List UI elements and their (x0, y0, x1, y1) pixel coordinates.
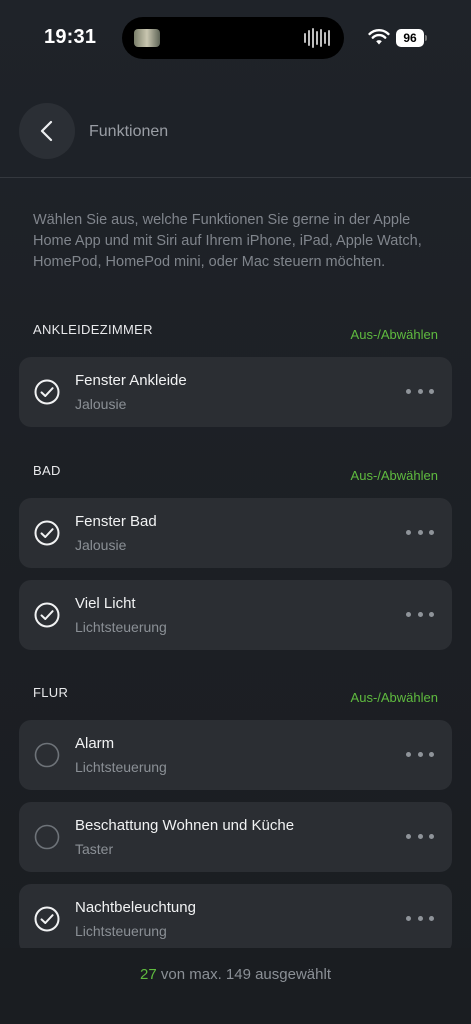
item-subtitle: Jalousie (75, 396, 127, 412)
function-item[interactable]: Viel Licht Lichtsteuerung (19, 580, 452, 650)
item-title: Fenster Ankleide (75, 372, 187, 389)
function-item[interactable]: Alarm Lichtsteuerung (19, 720, 452, 790)
back-button[interactable] (19, 103, 75, 159)
item-title: Viel Licht (75, 595, 136, 612)
check-circle-icon (34, 906, 60, 932)
footer-bar (0, 948, 471, 1024)
check-circle-icon (34, 520, 60, 546)
function-item[interactable]: Nachtbeleuchtung Lichtsteuerung (19, 884, 452, 954)
battery-nub (425, 35, 427, 41)
audio-waveform-icon (304, 28, 330, 48)
select-all-toggle[interactable]: Aus-/Abwählen (351, 690, 438, 705)
item-title: Fenster Bad (75, 513, 157, 530)
more-dots-icon[interactable] (406, 612, 434, 618)
more-dots-icon[interactable] (406, 752, 434, 758)
check-circle-icon (34, 379, 60, 405)
selection-counter: 27 von max. 149 ausgewählt (0, 966, 471, 983)
section-header-bad: BAD Aus-/Abwählen (33, 463, 438, 483)
item-title: Alarm (75, 735, 115, 752)
section-title: FLUR (33, 685, 69, 700)
more-dots-icon[interactable] (406, 389, 434, 395)
select-all-toggle[interactable]: Aus-/Abwählen (351, 327, 438, 342)
now-playing-artwork (134, 29, 160, 47)
selected-count: 27 (140, 966, 157, 983)
empty-circle-icon (34, 824, 60, 850)
item-title: Nachtbeleuchtung (75, 899, 196, 916)
function-item[interactable]: Fenster Ankleide Jalousie (19, 357, 452, 427)
item-subtitle: Lichtsteuerung (75, 923, 167, 939)
item-subtitle: Lichtsteuerung (75, 759, 167, 775)
empty-circle-icon (34, 742, 60, 768)
selected-count-label: von max. 149 ausgewählt (160, 966, 331, 983)
section-title: ANKLEIDEZIMMER (33, 322, 153, 337)
header: Funktionen (0, 103, 471, 159)
select-all-toggle[interactable]: Aus-/Abwählen (351, 468, 438, 483)
status-time: 19:31 (44, 26, 97, 48)
section-header-ankleidezimmer: ANKLEIDEZIMMER Aus-/Abwählen (33, 322, 438, 342)
more-dots-icon[interactable] (406, 834, 434, 840)
more-dots-icon[interactable] (406, 916, 434, 922)
item-subtitle: Taster (75, 841, 114, 857)
wifi-icon (368, 29, 390, 45)
section-title: BAD (33, 463, 61, 478)
status-bar: 19:31 96 (0, 0, 471, 76)
header-divider (0, 177, 471, 178)
function-item[interactable]: Fenster Bad Jalousie (19, 498, 452, 568)
section-header-flur: FLUR Aus-/Abwählen (33, 685, 438, 705)
dynamic-island (122, 17, 344, 59)
item-subtitle: Jalousie (75, 537, 127, 553)
battery-indicator: 96 (396, 29, 424, 47)
check-circle-icon (34, 602, 60, 628)
item-subtitle: Lichtsteuerung (75, 619, 167, 635)
more-dots-icon[interactable] (406, 530, 434, 536)
intro-text: Wählen Sie aus, welche Funktionen Sie ge… (33, 212, 422, 270)
page-title: Funktionen (89, 123, 169, 140)
item-title: Beschattung Wohnen und Küche (75, 817, 295, 834)
function-item[interactable]: Beschattung Wohnen und Küche Taster (19, 802, 452, 872)
chevron-left-icon (40, 120, 53, 142)
